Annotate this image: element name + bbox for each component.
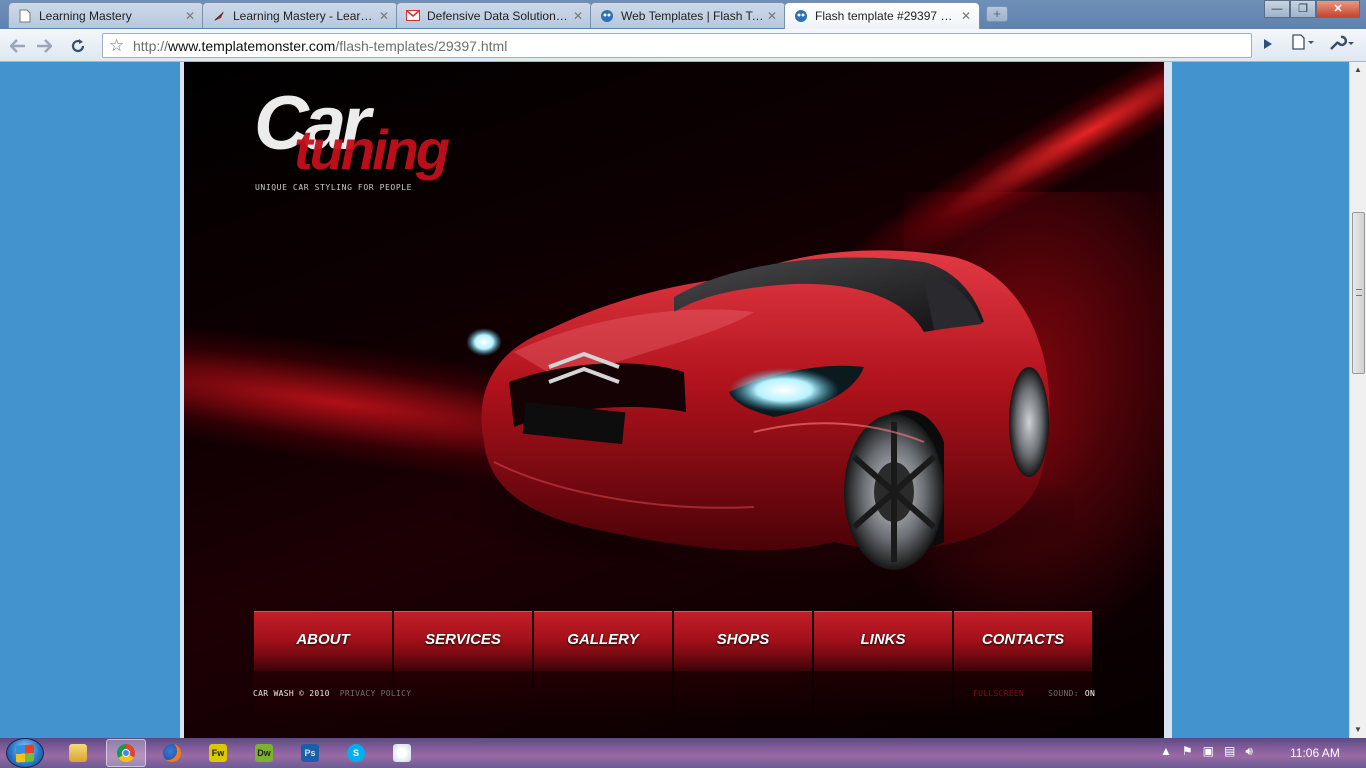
fullscreen-link[interactable]: FULLSCREEN xyxy=(973,689,1024,698)
grip-icon xyxy=(1356,289,1362,296)
menu-item-shops[interactable]: SHOPS xyxy=(674,611,812,671)
url-path: /flash-templates/29397.html xyxy=(335,37,508,54)
back-arrow-icon[interactable] xyxy=(6,34,30,58)
tab-web-templates[interactable]: Web Templates | Flash Te... ✕ xyxy=(590,2,786,28)
tab-close-icon[interactable]: ✕ xyxy=(377,9,391,23)
copyright-text: CAR WASH © 2010 xyxy=(253,689,330,698)
skype-icon: S xyxy=(347,744,365,762)
close-window-button[interactable]: ✕ xyxy=(1316,0,1360,18)
maximize-button[interactable]: ❐ xyxy=(1290,0,1316,18)
reload-icon[interactable] xyxy=(66,34,90,58)
page-menu-icon[interactable] xyxy=(1290,34,1320,58)
document-icon xyxy=(17,8,33,24)
menu-item-links[interactable]: LINKS xyxy=(814,611,952,671)
volume-icon[interactable]: 🔊︎ xyxy=(1245,744,1253,759)
start-button[interactable] xyxy=(6,738,44,768)
gmail-icon xyxy=(405,8,421,24)
device-icon[interactable]: ▣ xyxy=(1203,744,1214,759)
bookmark-star-icon[interactable]: ☆ xyxy=(109,36,124,56)
taskbar-clock[interactable]: 11:06 AM xyxy=(1290,746,1340,760)
tagline: UNIQUE CAR STYLING FOR PEOPLE xyxy=(255,183,413,192)
taskbar-paint[interactable] xyxy=(382,739,422,767)
tab-learning-mastery[interactable]: Learning Mastery ✕ xyxy=(8,2,204,28)
page-viewport: Car tuning UNIQUE CAR STYLING FOR PEOPLE xyxy=(0,62,1349,738)
taskbar-skype[interactable]: S xyxy=(336,739,376,767)
action-center-flag-icon[interactable]: ⚑ xyxy=(1182,744,1193,759)
templatemonster-icon xyxy=(599,8,615,24)
tab-flash-template[interactable]: Flash template #29397 by... ✕ xyxy=(784,2,980,29)
scroll-up-arrow-icon[interactable]: ▲ xyxy=(1350,62,1366,78)
dreamweaver-icon: Dw xyxy=(255,744,273,762)
windows-logo-icon xyxy=(16,744,34,763)
tab-defensive-data[interactable]: Defensive Data Solutions ... ✕ xyxy=(396,2,592,28)
sound-toggle[interactable]: ON xyxy=(1085,689,1095,698)
vertical-scrollbar[interactable]: ▲ ▼ xyxy=(1349,62,1366,738)
firefox-icon xyxy=(163,744,181,762)
main-menu: ABOUT SERVICES GALLERY SHOPS LINKS CONTA… xyxy=(254,611,1092,671)
go-play-icon[interactable] xyxy=(1256,34,1280,58)
tab-learning-mastery-2[interactable]: Learning Mastery - Learni... ✕ xyxy=(202,2,398,28)
folder-icon xyxy=(69,744,87,762)
window-controls: — ❐ ✕ xyxy=(1264,0,1360,18)
tab-label: Defensive Data Solutions ... xyxy=(427,8,571,23)
url-host: www.templatemonster.com xyxy=(168,37,336,54)
templatemonster-icon xyxy=(793,8,809,24)
scrollbar-thumb[interactable] xyxy=(1352,212,1365,374)
taskbar-explorer[interactable] xyxy=(58,739,98,767)
address-bar[interactable]: ☆ http://www.templatemonster.com/flash-t… xyxy=(102,33,1252,58)
tab-close-icon[interactable]: ✕ xyxy=(765,9,779,23)
url-scheme: http:// xyxy=(133,37,169,54)
menu-item-gallery[interactable]: GALLERY xyxy=(534,611,672,671)
new-tab-button[interactable]: + xyxy=(986,6,1008,22)
windows-taskbar: Fw Dw Ps S ▲ ⚑ ▣ ▤ 🔊︎ 11:06 AM xyxy=(0,738,1366,768)
system-tray: ▲ ⚑ ▣ ▤ 🔊︎ xyxy=(1160,744,1253,759)
tab-close-icon[interactable]: ✕ xyxy=(959,9,973,23)
wrench-icon[interactable] xyxy=(1328,34,1360,58)
paint-icon xyxy=(393,744,411,762)
show-hidden-icons-icon[interactable]: ▲ xyxy=(1160,744,1172,759)
photoshop-icon: Ps xyxy=(301,744,319,762)
site-footer-right: FULLSCREEN SOUND: ON xyxy=(973,689,1095,698)
flash-template-preview: Car tuning UNIQUE CAR STYLING FOR PEOPLE xyxy=(184,62,1164,738)
chrome-icon xyxy=(117,744,135,762)
fireworks-icon: Fw xyxy=(209,744,227,762)
privacy-policy-link[interactable]: PRIVACY POLICY xyxy=(340,689,412,698)
taskbar-dreamweaver[interactable]: Dw xyxy=(244,739,284,767)
tab-close-icon[interactable]: ✕ xyxy=(183,9,197,23)
browser-toolbar: ☆ http://www.templatemonster.com/flash-t… xyxy=(0,29,1366,62)
taskbar-firefox[interactable] xyxy=(152,739,192,767)
tab-label: Learning Mastery - Learni... xyxy=(233,8,377,23)
menu-item-contacts[interactable]: CONTACTS xyxy=(954,611,1092,671)
minimize-button[interactable]: — xyxy=(1264,0,1290,18)
tab-close-icon[interactable]: ✕ xyxy=(571,9,585,23)
forward-arrow-icon[interactable] xyxy=(32,34,56,58)
tab-label: Learning Mastery xyxy=(39,8,132,23)
taskbar-photoshop[interactable]: Ps xyxy=(290,739,330,767)
red-sports-car-image xyxy=(454,250,1074,572)
logo-word-tuning: tuning xyxy=(294,118,450,181)
car-tuning-logo[interactable]: Car tuning xyxy=(254,84,494,194)
menu-item-about[interactable]: ABOUT xyxy=(254,611,392,671)
tab-strip: Learning Mastery ✕ Learning Mastery - Le… xyxy=(0,0,1366,29)
menu-item-services[interactable]: SERVICES xyxy=(394,611,532,671)
scroll-down-arrow-icon[interactable]: ▼ xyxy=(1350,722,1366,738)
tab-label: Web Templates | Flash Te... xyxy=(621,8,765,23)
taskbar-fireworks[interactable]: Fw xyxy=(198,739,238,767)
taskbar-chrome[interactable] xyxy=(106,739,146,767)
sound-label: SOUND: xyxy=(1048,689,1079,698)
feather-icon xyxy=(211,8,227,24)
site-footer-left: CAR WASH © 2010 PRIVACY POLICY xyxy=(253,689,411,698)
tab-label: Flash template #29397 by... xyxy=(815,9,959,23)
network-icon[interactable]: ▤ xyxy=(1224,744,1235,759)
